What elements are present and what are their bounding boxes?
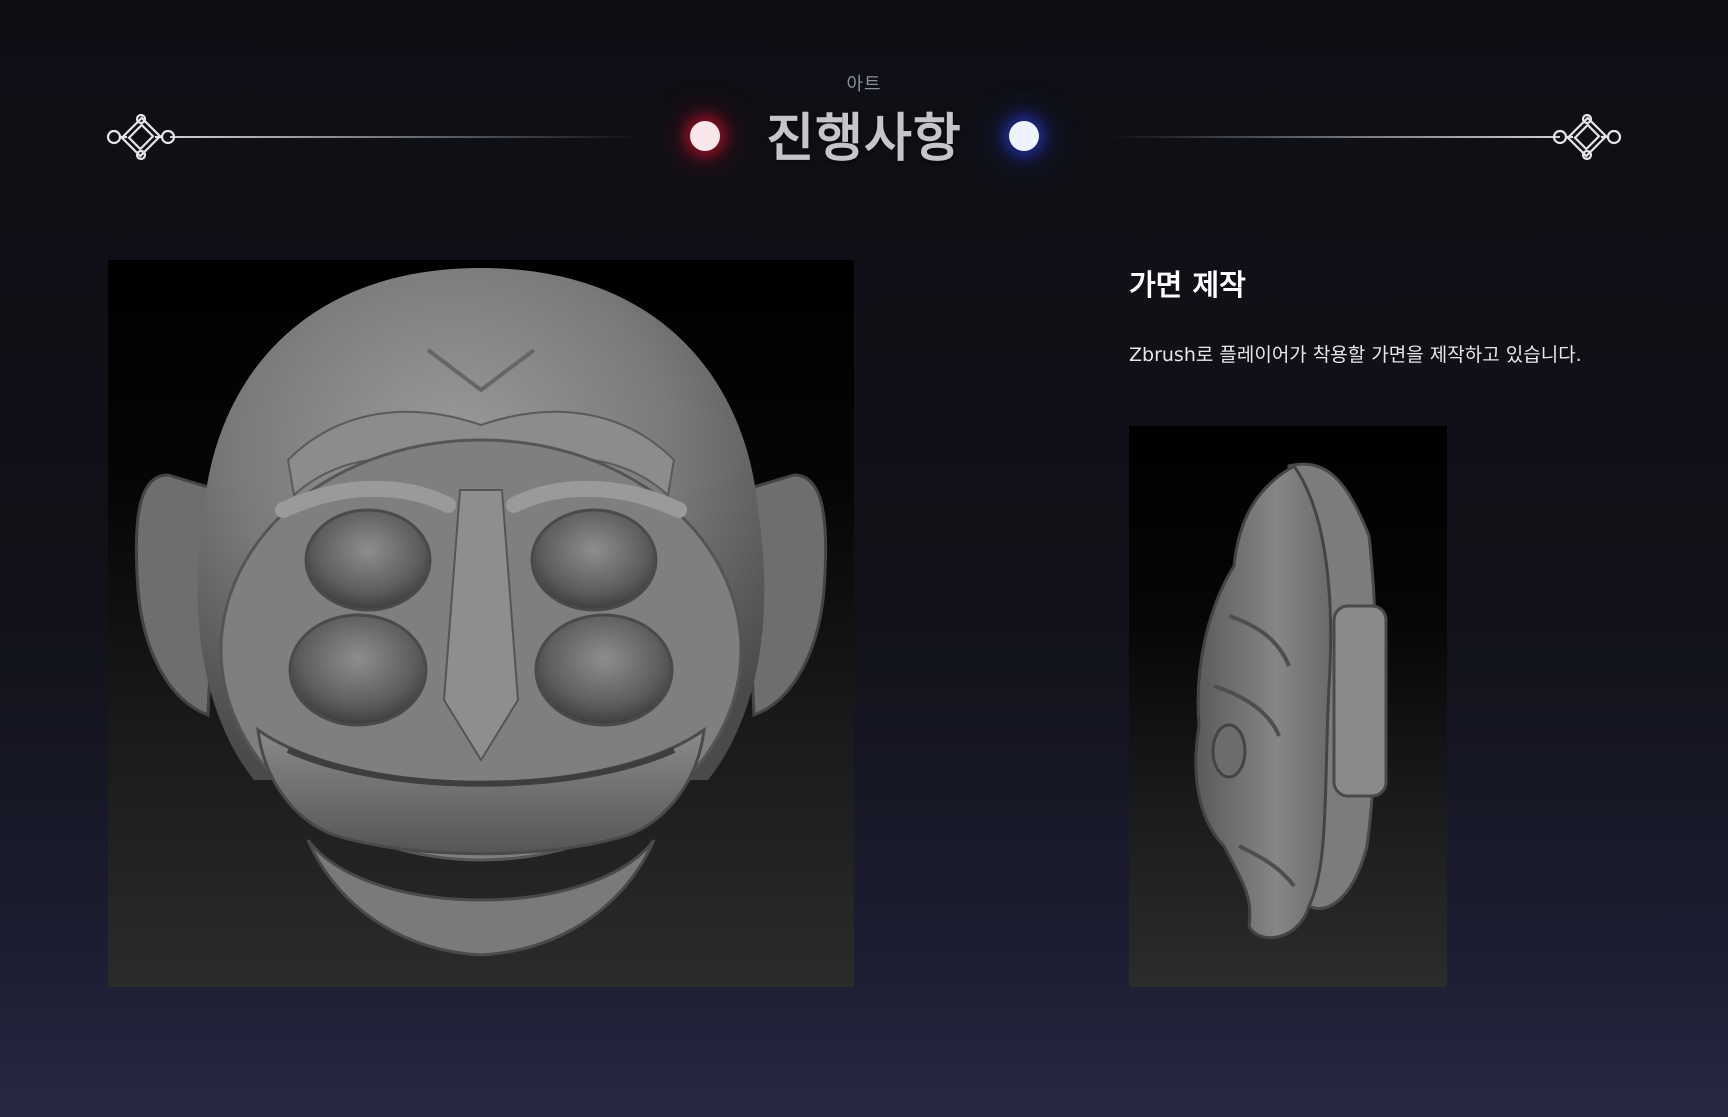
- section-header: 아트 진행사항: [0, 0, 1728, 220]
- mask-side-image: [1129, 426, 1447, 987]
- mask-side-render: [1194, 462, 1388, 940]
- mask-front-image: [108, 260, 854, 987]
- item-description: Zbrush로 플레이어가 착용할 가면을 제작하고 있습니다.: [1129, 344, 1582, 366]
- section-title: 진행사항: [766, 109, 962, 169]
- mask-front-render: [134, 268, 828, 957]
- section-eyebrow: 아트: [846, 74, 882, 95]
- item-title: 가면 제작: [1129, 268, 1246, 302]
